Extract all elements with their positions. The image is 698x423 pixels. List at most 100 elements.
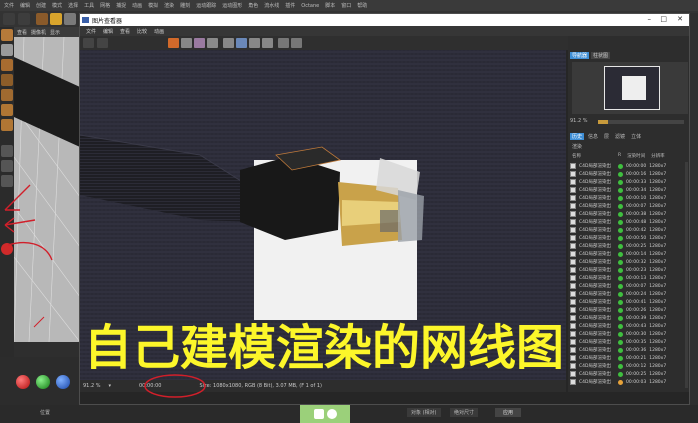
undo-icon[interactable] (3, 13, 15, 25)
history-row[interactable]: C4D局部渲染出 00:00:35 1280x7 (570, 338, 670, 346)
history-row[interactable]: C4D局部渲染出 00:00:39 1280x7 (570, 314, 670, 322)
viewport-menu-item[interactable]: 显示 (50, 29, 60, 36)
history-row[interactable]: C4D局部渲染出 00:00:42 1280x7 (570, 226, 670, 234)
redo-icon[interactable] (18, 13, 30, 25)
region-icon[interactable] (223, 38, 234, 48)
blue-material-ball[interactable] (56, 375, 70, 389)
filter-icon[interactable] (291, 38, 302, 48)
history-row[interactable]: C4D局部渲染出 00:00:38 1280x7 (570, 210, 670, 218)
axis-tool-icon[interactable] (1, 119, 13, 131)
channel-icon[interactable] (97, 38, 108, 48)
history-row[interactable]: C4D局部渲染出 00:00:30 1280x7 (570, 330, 670, 338)
history-row[interactable]: C4D局部渲染出 00:00:12 1280x7 (570, 362, 670, 370)
history-row[interactable]: C4D局部渲染出 00:00:50 1280x7 (570, 234, 670, 242)
menu-item[interactable]: 编辑 (20, 2, 30, 9)
menu-item[interactable]: 动画 (132, 2, 142, 9)
red-material-ball[interactable] (16, 375, 30, 389)
menu-item[interactable]: 运动跟踪 (196, 2, 216, 9)
zoom-level[interactable]: 91.2 % (83, 383, 100, 389)
tab-navigator[interactable]: 导航器 (570, 52, 590, 59)
history-scrollbar[interactable] (685, 162, 688, 388)
history-row[interactable]: C4D局部渲染出 00:00:33 1280x7 (570, 178, 670, 186)
menu-item[interactable]: 脚本 (325, 2, 335, 9)
menu-item[interactable]: 选择 (68, 2, 78, 9)
pv-menu-item[interactable]: 编辑 (103, 28, 113, 35)
tab-histogram[interactable]: 柱状图 (591, 52, 611, 59)
col-name[interactable]: 名称 (572, 153, 612, 159)
stop-render-icon[interactable] (83, 38, 94, 48)
checker-tool-icon[interactable] (1, 44, 13, 56)
menu-item[interactable]: 运动图形 (222, 2, 242, 9)
menu-item[interactable]: 模式 (52, 2, 62, 9)
save-icon[interactable] (181, 38, 192, 48)
maximize-button[interactable]: □ (660, 15, 667, 23)
magnet-tool-icon[interactable] (1, 160, 13, 172)
tab-info[interactable]: 信息 (586, 133, 600, 140)
menu-item[interactable]: 网格 (100, 2, 110, 9)
polygon-tool-icon[interactable] (1, 59, 13, 71)
menu-item[interactable]: 雕刻 (180, 2, 190, 9)
tab-history[interactable]: 历史 (570, 133, 585, 140)
green-material-ball[interactable] (36, 375, 50, 389)
history-list[interactable]: C4D局部渲染出 00:00:00 1280x7 C4D局部渲染出 00:00:16 12… (568, 162, 686, 388)
settings-icon[interactable] (262, 38, 273, 48)
view-b-icon[interactable] (249, 38, 260, 48)
compare-icon[interactable] (207, 38, 218, 48)
tab-filter[interactable]: 滤镜 (613, 133, 627, 140)
navigator-slider[interactable] (598, 120, 684, 124)
history-row[interactable]: C4D局部渲染出 00:00:24 1280x7 (570, 290, 670, 298)
history-row[interactable]: C4D局部渲染出 00:00:23 1280x7 (570, 266, 670, 274)
viewport-menu-item[interactable]: 查看 (17, 29, 27, 36)
tab-layer[interactable]: 层 (602, 133, 611, 140)
coord-mode-dropdown[interactable]: 对象 (相对) (407, 408, 441, 417)
snapshot-icon[interactable] (194, 38, 205, 48)
history-row[interactable]: C4D局部渲染出 00:00:26 1280x7 (570, 306, 670, 314)
menu-item[interactable]: 文件 (4, 2, 14, 9)
history-row[interactable]: C4D局部渲染出 00:00:07 1280x7 (570, 202, 670, 210)
history-row[interactable]: C4D局部渲染出 00:00:36 1280x7 (570, 346, 670, 354)
minimize-button[interactable]: – (648, 15, 652, 23)
edge-tool-icon[interactable] (1, 74, 13, 86)
pv-menu-item[interactable]: 文件 (86, 28, 96, 35)
history-row[interactable]: C4D局部渲染出 00:00:48 1280x7 (570, 218, 670, 226)
history-row[interactable]: C4D局部渲染出 00:00:14 1280x7 (570, 250, 670, 258)
texture-tool-icon[interactable] (1, 104, 13, 116)
zoom-dropdown-icon[interactable]: ▾ (108, 383, 111, 389)
history-row[interactable]: C4D局部渲染出 00:00:32 1280x7 (570, 258, 670, 266)
history-row[interactable]: C4D局部渲染出 00:00:13 1280x7 (570, 274, 670, 282)
col-res[interactable]: 分辨率 (651, 153, 665, 159)
snap-tool-icon[interactable] (1, 145, 13, 157)
cube-tool-icon[interactable] (1, 29, 13, 41)
navigator-preview[interactable] (572, 62, 688, 114)
histogram-icon[interactable] (278, 38, 289, 48)
menu-item[interactable]: 角色 (248, 2, 258, 9)
history-row[interactable]: C4D局部渲染出 00:00:25 1280x7 (570, 242, 670, 250)
menu-item[interactable]: 流水线 (264, 2, 279, 9)
close-button[interactable]: ✕ (677, 15, 683, 23)
col-r[interactable]: R (618, 153, 621, 159)
menu-item[interactable]: 捕捉 (116, 2, 126, 9)
menu-item[interactable]: 模拟 (148, 2, 158, 9)
tab-stereo[interactable]: 立体 (629, 133, 643, 140)
render-icon[interactable] (168, 38, 179, 48)
picture-viewer-titlebar[interactable]: 图片查看器 – □ ✕ (80, 14, 689, 26)
apply-button[interactable]: 应用 (495, 408, 522, 417)
history-row[interactable]: C4D局部渲染出 00:00:10 1280x7 (570, 194, 670, 202)
history-row[interactable]: C4D局部渲染出 00:00:41 1280x7 (570, 298, 670, 306)
history-row[interactable]: C4D局部渲染出 00:00:25 1280x7 (570, 370, 670, 378)
history-row[interactable]: C4D局部渲染出 00:00:21 1280x7 (570, 354, 670, 362)
rotate-tool-icon[interactable] (64, 13, 76, 25)
history-row[interactable]: C4D局部渲染出 00:00:03 1280x7 (570, 378, 670, 386)
history-row[interactable]: C4D局部渲染出 00:00:00 1280x7 (570, 162, 670, 170)
menu-item[interactable]: 创建 (36, 2, 46, 9)
col-time[interactable]: 渲染时间 (627, 153, 645, 159)
menu-item[interactable]: 帮助 (357, 2, 367, 9)
pv-menu-item[interactable]: 比较 (137, 28, 147, 35)
taskbar-app-icon[interactable] (300, 405, 350, 423)
history-row[interactable]: C4D局部渲染出 00:00:16 1280x7 (570, 170, 670, 178)
menu-item[interactable]: 工具 (84, 2, 94, 9)
viewport-menu-item[interactable]: 摄像机 (31, 29, 46, 36)
menu-item[interactable]: 渲染 (164, 2, 174, 9)
pv-menu-item[interactable]: 查看 (120, 28, 130, 35)
navigator-zoom[interactable]: 91.2 % (570, 118, 587, 124)
